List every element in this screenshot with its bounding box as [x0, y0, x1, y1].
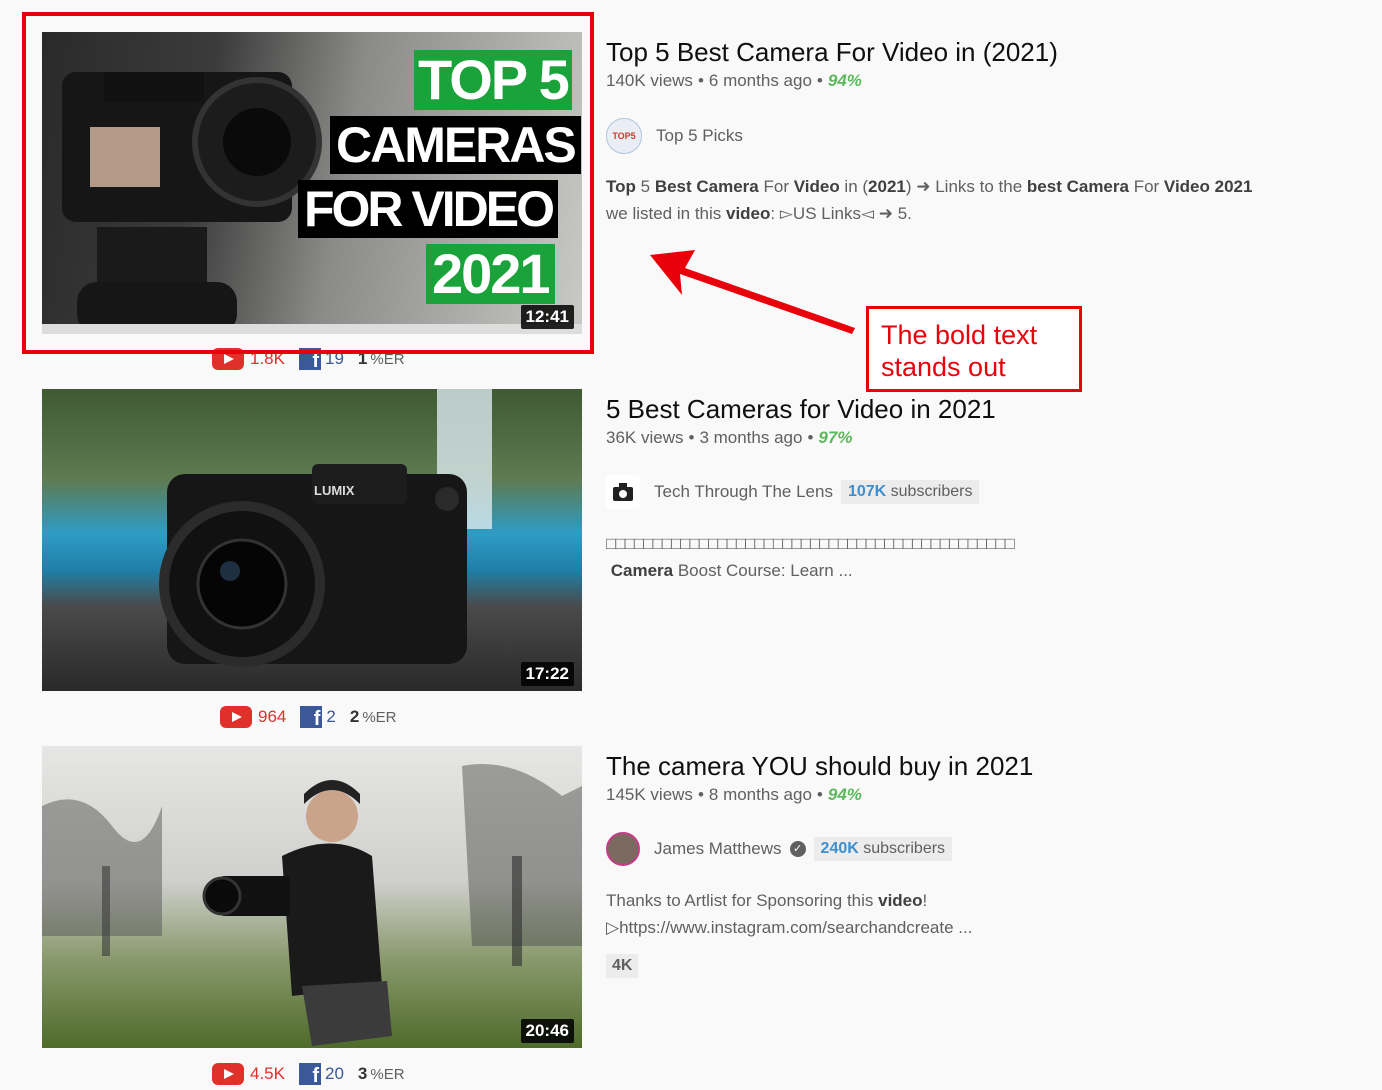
description-line-1: Top 5 Best Camera For Video in (2021) ➜ … [606, 177, 1253, 196]
view-count: 36K views [606, 428, 684, 447]
youtube-count: 4.5K [250, 1064, 285, 1083]
video-meta: 36K views • 3 months ago • 97% [606, 428, 853, 447]
er-value: 3 [357, 1064, 368, 1083]
annotation-callout: The bold text stands out [866, 306, 1082, 392]
highlight-box [22, 12, 594, 354]
video-duration: 20:46 [520, 1019, 574, 1043]
facebook-count: 2 [326, 707, 336, 726]
upload-age: 8 months ago [708, 785, 812, 804]
video-title[interactable]: 5 Best Cameras for Video in 2021 [606, 392, 1346, 426]
channel-avatar[interactable]: TOP5 [606, 118, 642, 154]
video-description: Thanks to Artlist for Sponsoring this vi… [606, 887, 1326, 941]
video-description: Top 5 Best Camera For Video in (2021) ➜ … [606, 173, 1326, 227]
engagement-stats: 4.5K f 20 3 %ER [212, 1063, 405, 1087]
channel-row[interactable]: James Matthews ✓ 240K subscribers [606, 832, 953, 866]
video-info: Top 5 Best Camera For Video in (2021) 14… [606, 35, 1346, 223]
upload-age: 6 months ago [708, 71, 812, 90]
video-meta: 145K views • 8 months ago • 94% [606, 785, 862, 804]
youtube-icon [212, 1063, 244, 1085]
facebook-count: 20 [324, 1064, 344, 1083]
video-title[interactable]: The camera YOU should buy in 2021 [606, 749, 1346, 783]
channel-name[interactable]: Top 5 Picks [656, 126, 743, 146]
video-description: □□□□□□□□□□□□□□□□□□□□□□□□□□□□□□□□□□□□□□□□… [606, 530, 1326, 584]
video-meta: 140K views • 6 months ago • 94% [606, 71, 862, 90]
channel-row[interactable]: Tech Through The Lens 107K subscribers [606, 475, 980, 509]
upload-age: 3 months ago [699, 428, 803, 447]
rating-percent: 94% [827, 71, 862, 90]
engagement-stats: 964 f 2 2 %ER [220, 706, 397, 730]
verified-icon: ✓ [789, 841, 806, 857]
rating-percent: 97% [818, 428, 853, 447]
channel-name[interactable]: James Matthews [654, 839, 782, 859]
camera-icon [613, 483, 633, 501]
youtube-count: 964 [258, 707, 287, 726]
video-thumbnail[interactable]: 20:46 [42, 746, 582, 1048]
video-duration: 17:22 [520, 662, 574, 686]
description-line-1: □□□□□□□□□□□□□□□□□□□□□□□□□□□□□□□□□□□□□□□□… [606, 534, 1015, 553]
er-label: %ER [370, 1065, 405, 1083]
er-value: 2 [349, 707, 360, 726]
channel-row[interactable]: TOP5 Top 5 Picks [606, 118, 743, 154]
facebook-icon: f [300, 706, 323, 730]
rating-percent: 94% [827, 785, 862, 804]
er-label: %ER [362, 708, 397, 726]
view-count: 145K views [606, 785, 693, 804]
subscriber-badge: 107K subscribers [840, 480, 980, 504]
video-info: The camera YOU should buy in 2021 145K v… [606, 749, 1346, 978]
quality-badge: 4K [606, 954, 639, 978]
description-line-2: we listed in this video: ▻US Links◅ ➜ 5. [606, 204, 912, 223]
subscriber-badge: 240K subscribers [813, 837, 953, 861]
description-line-2[interactable]: ▷https://www.instagram.com/searchandcrea… [606, 914, 1326, 941]
description-line-1: Thanks to Artlist for Sponsoring this vi… [606, 891, 928, 910]
channel-avatar[interactable] [606, 832, 640, 866]
facebook-icon: f [298, 1063, 321, 1087]
thumbnail-image [42, 764, 582, 1046]
view-count: 140K views [606, 71, 693, 90]
channel-avatar[interactable] [606, 475, 640, 509]
description-line-2: Camera Boost Course: Learn ... [610, 561, 853, 580]
video-thumbnail[interactable]: LUMIX 17:22 [42, 389, 582, 691]
annotation-arrow [650, 250, 855, 334]
channel-name[interactable]: Tech Through The Lens [654, 482, 833, 502]
video-title[interactable]: Top 5 Best Camera For Video in (2021) [606, 35, 1346, 69]
thumbnail-image: LUMIX [159, 389, 492, 667]
video-info: 5 Best Cameras for Video in 2021 36K vie… [606, 392, 1346, 580]
youtube-icon [220, 706, 252, 728]
svg-text:LUMIX: LUMIX [314, 483, 355, 498]
